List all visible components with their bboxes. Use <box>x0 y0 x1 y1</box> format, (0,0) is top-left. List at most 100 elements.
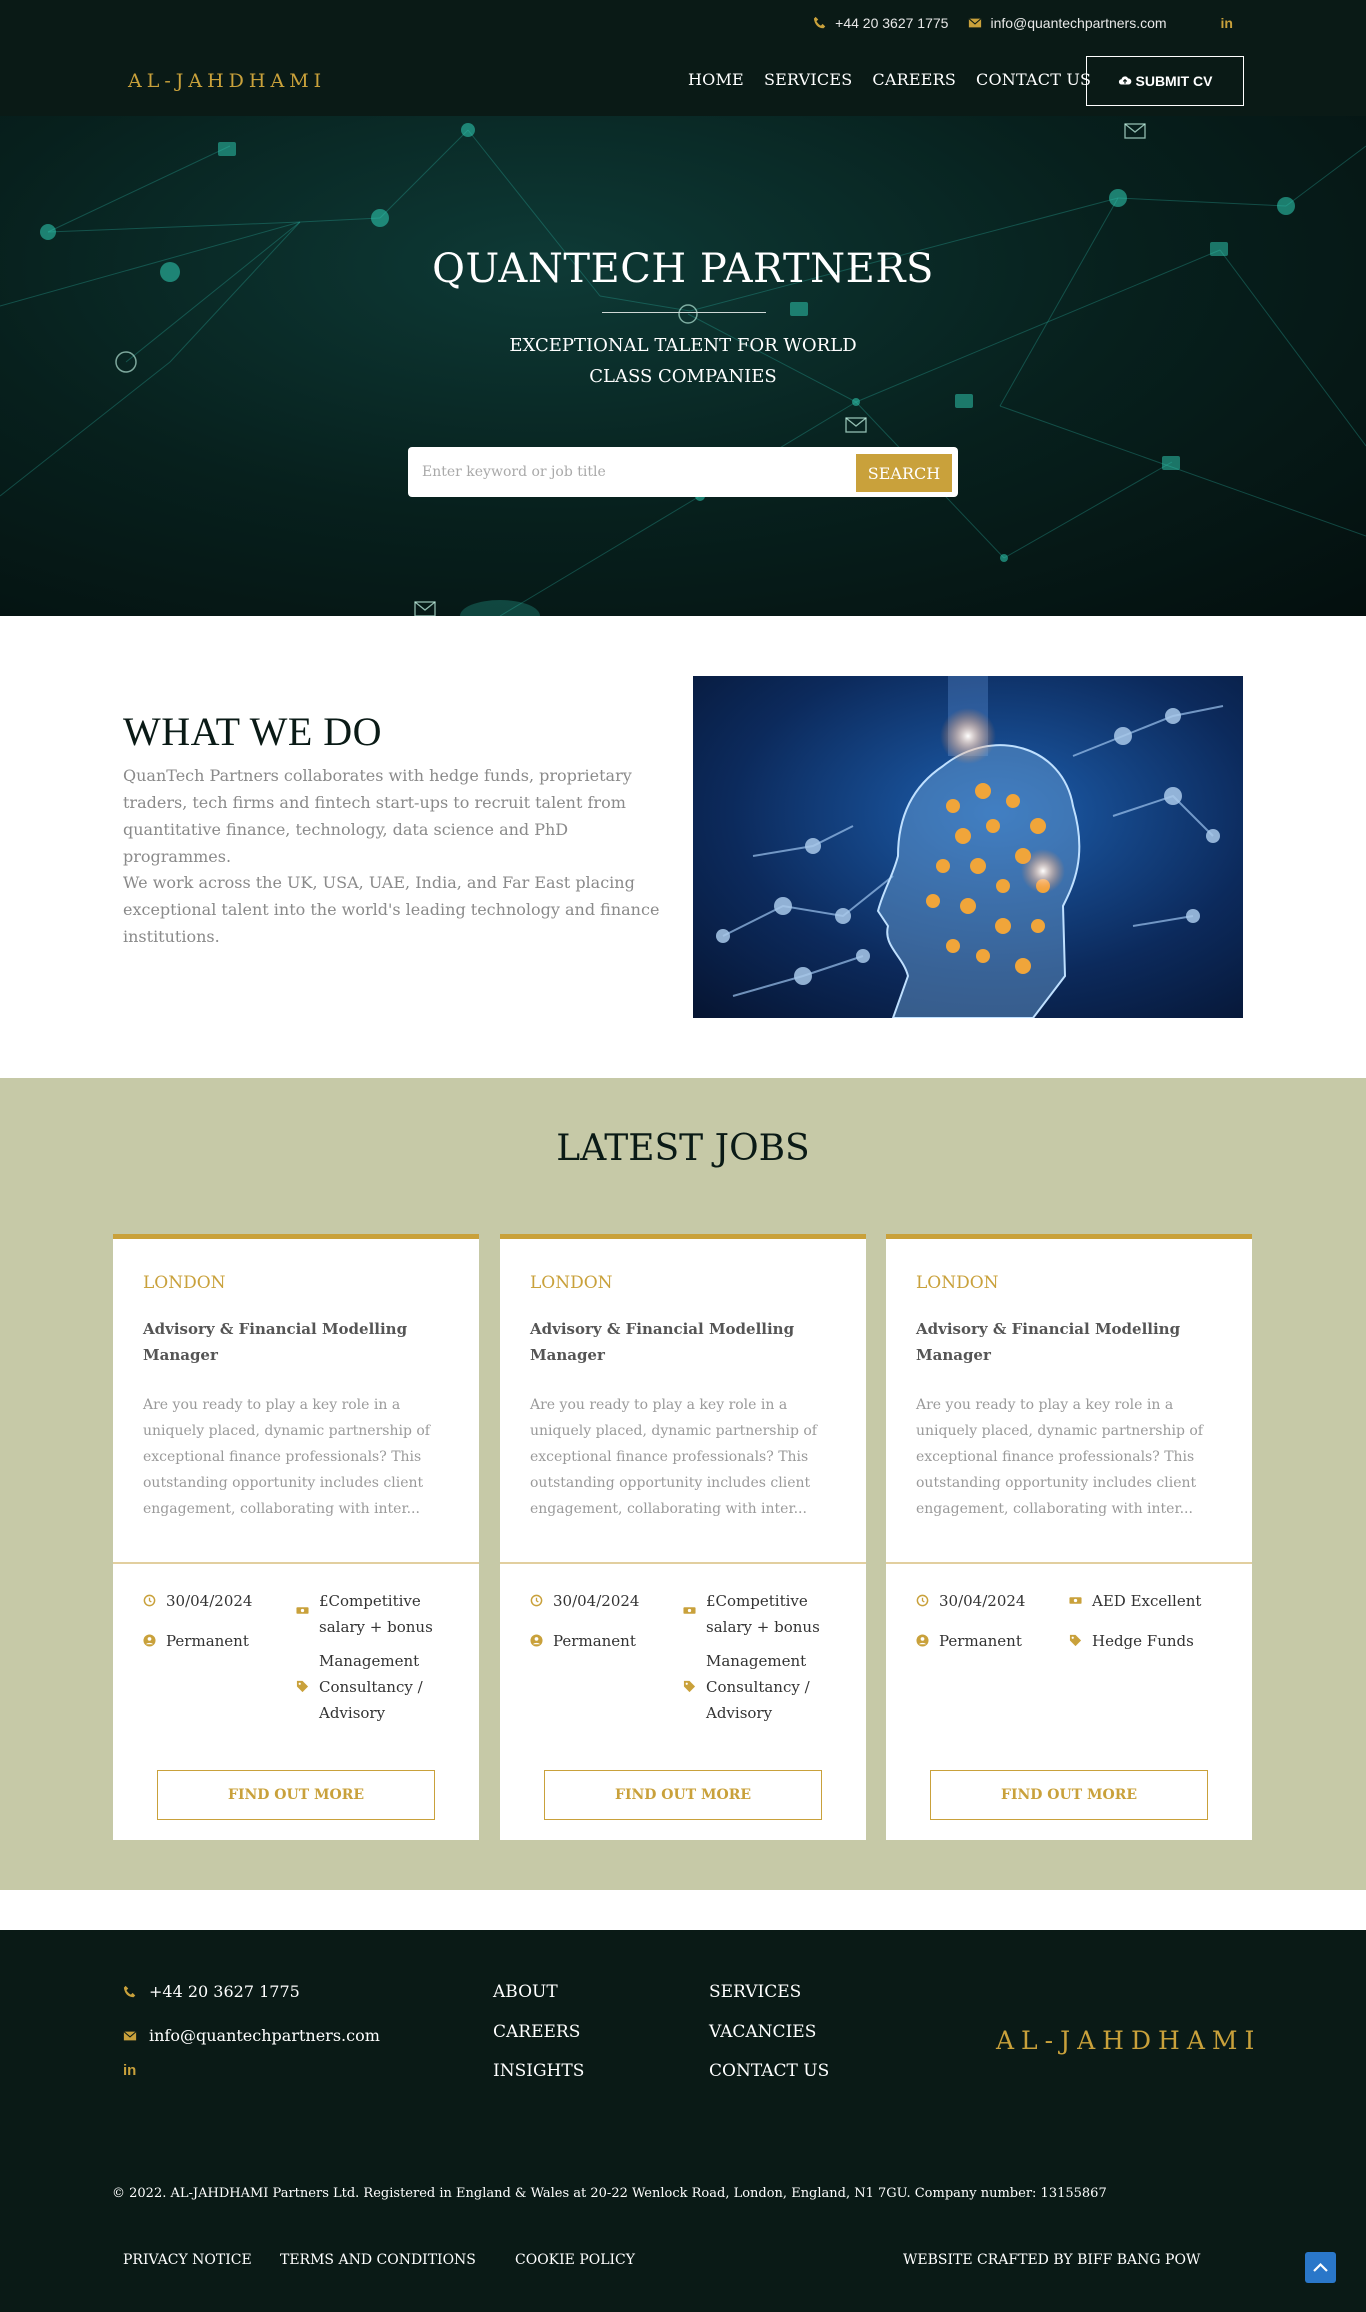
main-nav: HOME SERVICES CAREERS CONTACT US <box>688 70 1111 89</box>
job-sector-text: Management Consultancy / Advisory <box>319 1652 423 1722</box>
job-date-text: 30/04/2024 <box>939 1592 1026 1610</box>
job-date-text: 30/04/2024 <box>166 1592 253 1610</box>
latest-jobs-heading: LATEST JOBS <box>556 1128 810 1169</box>
privacy-notice-link[interactable]: PRIVACY NOTICE <box>123 2252 252 2268</box>
clock-icon <box>143 1594 156 1607</box>
cookie-policy-link[interactable]: COOKIE POLICY <box>515 2252 635 2268</box>
money-icon <box>683 1607 696 1614</box>
footer-logo[interactable]: AL-JAHDHAMI <box>996 2026 1261 2055</box>
what-we-do-section: WHAT WE DO QuanTech Partners collaborate… <box>0 616 1366 1078</box>
clock-icon <box>530 1594 543 1607</box>
terms-and-conditions-link[interactable]: TERMS AND CONDITIONS <box>280 2252 476 2268</box>
job-title[interactable]: Advisory & Financial Modelling Manager <box>916 1316 1206 1368</box>
job-search-input[interactable] <box>422 455 842 489</box>
job-type: Permanent <box>530 1628 636 1654</box>
job-search-bar: SEARCH <box>408 447 958 497</box>
tag-icon <box>1069 1634 1082 1647</box>
what-we-do-paragraph-1: QuanTech Partners collaborates with hedg… <box>123 766 632 866</box>
job-description: Are you ready to play a key role in a un… <box>530 1397 817 1517</box>
job-sector-text: Hedge Funds <box>1092 1632 1194 1650</box>
ai-head-illustration <box>693 676 1243 1018</box>
topbar-phone[interactable]: +44 20 3627 1775 <box>813 15 948 31</box>
job-date: 30/04/2024 <box>530 1588 639 1614</box>
job-type-text: Permanent <box>939 1632 1022 1650</box>
job-location: LONDON <box>143 1273 226 1293</box>
footer-link-contact-us[interactable]: CONTACT US <box>709 2061 829 2081</box>
site-logo[interactable]: AL-JAHDHAMI <box>128 70 326 92</box>
footer-link-about[interactable]: ABOUT <box>493 1982 558 2002</box>
nav-careers[interactable]: CAREERS <box>872 70 956 89</box>
user-circle-icon <box>916 1634 929 1647</box>
job-description: Are you ready to play a key role in a un… <box>143 1397 430 1517</box>
job-location: LONDON <box>530 1273 613 1293</box>
hero-divider <box>602 312 766 313</box>
job-type-text: Permanent <box>166 1632 249 1650</box>
footer-link-services[interactable]: SERVICES <box>709 1982 801 2002</box>
job-salary-text: £Competitive salary + bonus <box>706 1592 820 1636</box>
tag-icon <box>683 1680 696 1693</box>
phone-icon <box>123 1985 136 1997</box>
top-bar: +44 20 3627 1775 info@quantechpartners.c… <box>793 12 1366 34</box>
footer-phone[interactable]: +44 20 3627 1775 <box>123 1982 300 2001</box>
what-we-do-paragraph-2: We work across the UK, USA, UAE, India, … <box>123 873 660 946</box>
hero-subtitle: EXCEPTIONAL TALENT FOR WORLD CLASS COMPA… <box>0 330 1366 392</box>
cloud-upload-icon <box>1118 76 1131 85</box>
latest-jobs-section: LATEST JOBS LONDON Advisory & Financial … <box>0 1078 1366 1890</box>
footer-email[interactable]: info@quantechpartners.com <box>123 2026 380 2045</box>
job-sector: Management Consultancy / Advisory <box>296 1648 456 1726</box>
money-icon <box>296 1607 309 1614</box>
job-title[interactable]: Advisory & Financial Modelling Manager <box>530 1316 820 1368</box>
job-description: Are you ready to play a key role in a un… <box>916 1397 1203 1517</box>
scroll-to-top-button[interactable] <box>1305 2252 1336 2283</box>
card-divider <box>113 1562 479 1564</box>
website-credit-link[interactable]: WEBSITE CRAFTED BY BIFF BANG POW <box>903 2252 1200 2268</box>
find-out-more-button[interactable]: FIND OUT MORE <box>930 1770 1208 1820</box>
hero-title: QUANTECH PARTNERS <box>432 246 934 292</box>
submit-cv-button[interactable]: SUBMIT CV <box>1086 56 1244 106</box>
job-salary: £Competitive salary + bonus <box>296 1588 456 1640</box>
card-divider <box>886 1562 1252 1564</box>
job-card[interactable]: LONDON Advisory & Financial Modelling Ma… <box>886 1234 1252 1840</box>
job-sector: Hedge Funds <box>1069 1628 1229 1654</box>
footer-link-vacancies[interactable]: VACANCIES <box>709 2022 816 2042</box>
user-circle-icon <box>143 1634 156 1647</box>
linkedin-icon[interactable]: in <box>1221 15 1233 31</box>
job-type-text: Permanent <box>553 1632 636 1650</box>
job-card[interactable]: LONDON Advisory & Financial Modelling Ma… <box>500 1234 866 1840</box>
job-sector: Management Consultancy / Advisory <box>683 1648 843 1726</box>
job-sector-text: Management Consultancy / Advisory <box>706 1652 810 1722</box>
hero-subtitle-line-2: CLASS COMPANIES <box>589 366 777 387</box>
what-we-do-heading: WHAT WE DO <box>123 709 383 754</box>
site-footer: +44 20 3627 1775 info@quantechpartners.c… <box>0 1930 1366 2312</box>
money-icon <box>1069 1597 1082 1604</box>
find-out-more-button[interactable]: FIND OUT MORE <box>157 1770 435 1820</box>
hero-banner: QUANTECH PARTNERS EXCEPTIONAL TALENT FOR… <box>0 116 1366 616</box>
user-circle-icon <box>530 1634 543 1647</box>
footer-link-insights[interactable]: INSIGHTS <box>493 2061 584 2081</box>
clock-icon <box>916 1594 929 1607</box>
nav-home[interactable]: HOME <box>688 70 744 89</box>
nav-contact-us[interactable]: CONTACT US <box>976 70 1091 89</box>
job-date: 30/04/2024 <box>916 1588 1025 1614</box>
job-date-text: 30/04/2024 <box>553 1592 640 1610</box>
job-card[interactable]: LONDON Advisory & Financial Modelling Ma… <box>113 1234 479 1840</box>
job-salary: AED Excellent <box>1069 1588 1229 1614</box>
job-title[interactable]: Advisory & Financial Modelling Manager <box>143 1316 433 1368</box>
submit-cv-label: SUBMIT CV <box>1135 73 1213 89</box>
footer-phone-text: +44 20 3627 1775 <box>149 1982 300 2001</box>
topbar-phone-text: +44 20 3627 1775 <box>835 15 949 31</box>
topbar-email-text: info@quantechpartners.com <box>990 15 1167 31</box>
job-salary-text: £Competitive salary + bonus <box>319 1592 433 1636</box>
footer-link-careers[interactable]: CAREERS <box>493 2022 580 2042</box>
topbar-email[interactable]: info@quantechpartners.com <box>968 15 1167 31</box>
job-salary: £Competitive salary + bonus <box>683 1588 843 1640</box>
nav-services[interactable]: SERVICES <box>764 70 852 89</box>
job-date: 30/04/2024 <box>143 1588 252 1614</box>
job-salary-text: AED Excellent <box>1092 1592 1202 1610</box>
footer-linkedin-icon[interactable]: in <box>123 2062 136 2079</box>
phone-icon <box>814 16 826 29</box>
envelope-icon <box>123 2030 137 2040</box>
find-out-more-button[interactable]: FIND OUT MORE <box>544 1770 822 1820</box>
site-header: +44 20 3627 1775 info@quantechpartners.c… <box>0 0 1366 116</box>
search-button[interactable]: SEARCH <box>856 454 952 492</box>
